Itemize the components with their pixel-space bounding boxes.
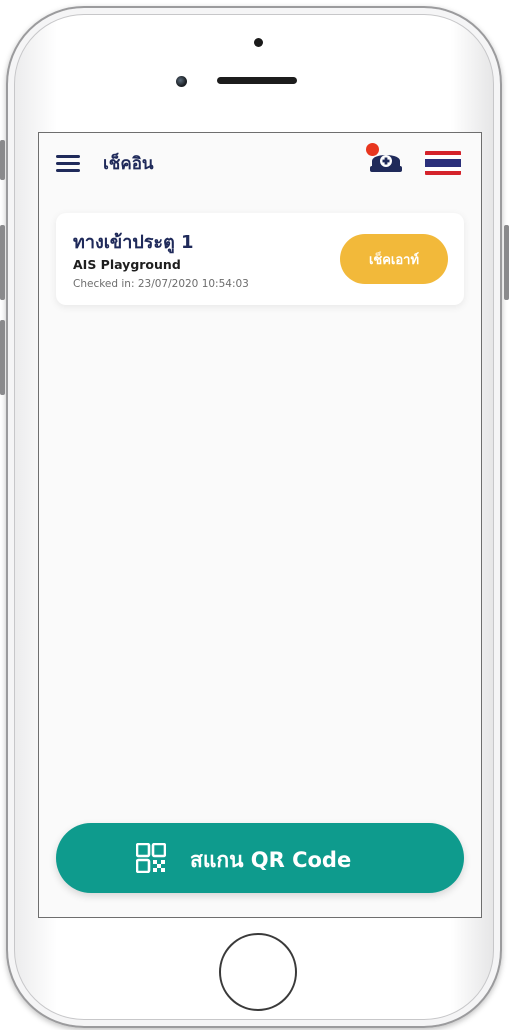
hamburger-menu-icon[interactable] bbox=[56, 155, 80, 173]
checkin-gate-title: ทางเข้าประตู 1 bbox=[73, 232, 194, 253]
qr-code-icon bbox=[136, 843, 166, 873]
device-mockup: เช็คอิน ทางเข้าประตู 1 AIS Playground Ch… bbox=[0, 0, 509, 1030]
notification-dot bbox=[366, 143, 379, 156]
front-camera bbox=[176, 76, 187, 87]
checkin-place: AIS Playground bbox=[73, 257, 181, 272]
checkin-timestamp: Checked in: 23/07/2020 10:54:03 bbox=[73, 278, 249, 290]
home-button[interactable] bbox=[219, 933, 297, 1011]
power-button bbox=[504, 225, 509, 300]
page-title: เช็คอิน bbox=[103, 154, 154, 174]
checkin-card: ทางเข้าประตู 1 AIS Playground Checked in… bbox=[56, 213, 464, 305]
mute-switch bbox=[0, 140, 5, 180]
thailand-flag-icon[interactable] bbox=[425, 151, 461, 175]
app-header: เช็คอิน bbox=[39, 133, 481, 195]
earpiece-speaker bbox=[217, 77, 297, 84]
proximity-sensor bbox=[254, 38, 263, 47]
volume-down-button bbox=[0, 320, 5, 395]
scan-qr-label: สแกน QR Code bbox=[190, 848, 352, 872]
volume-up-button bbox=[0, 225, 5, 300]
app-screen: เช็คอิน ทางเข้าประตู 1 AIS Playground Ch… bbox=[38, 132, 482, 918]
scan-qr-button[interactable]: สแกน QR Code bbox=[56, 823, 464, 893]
checkout-button[interactable]: เช็คเอาท์ bbox=[340, 234, 448, 284]
